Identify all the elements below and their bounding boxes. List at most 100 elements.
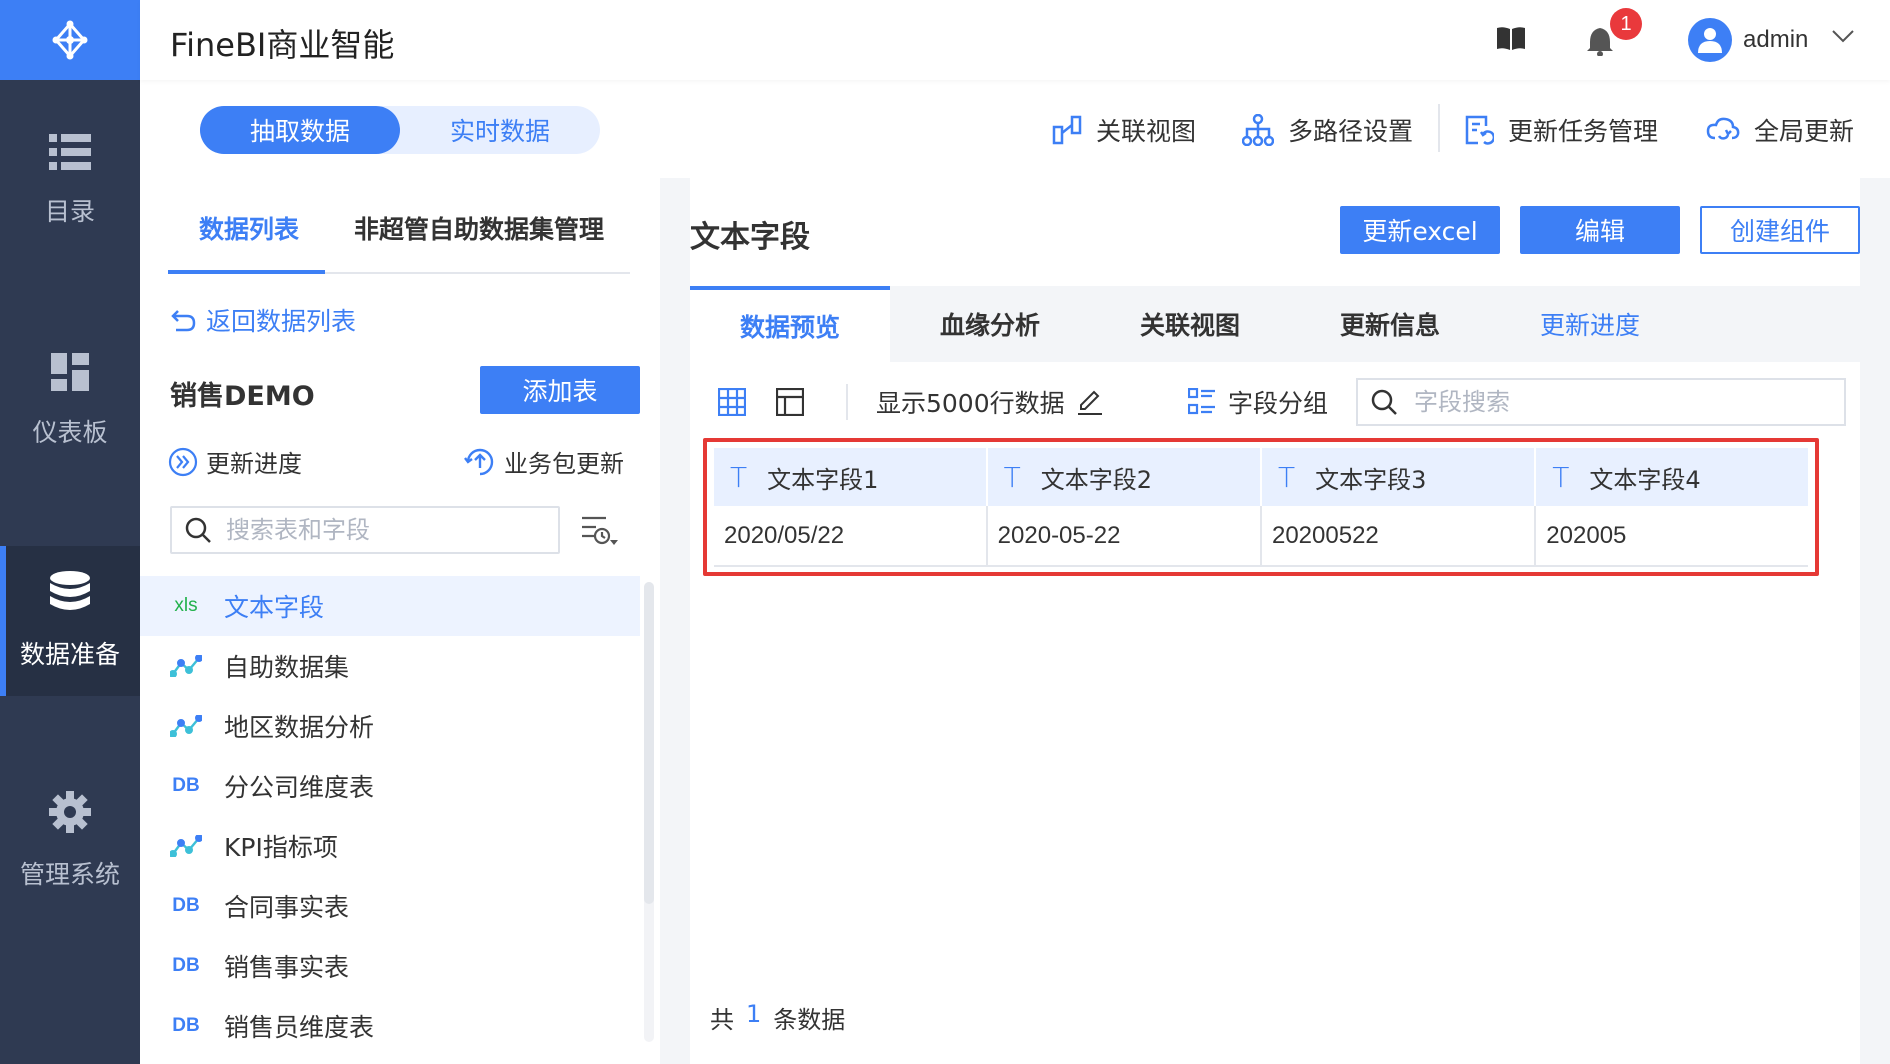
list-item-label: 合同事实表 [224,893,350,922]
database-table-icon: DB [172,895,200,916]
text-type-icon: T [1277,460,1296,494]
mode-realtime-button[interactable]: 实时数据 [400,106,600,154]
toolbar-divider [1438,104,1440,152]
progress-icon [168,447,198,476]
update-task-tool[interactable]: 更新任务管理 [1464,110,1658,150]
preview-table: T 文本字段1 T 文本字段2 T 文本字段3 T 文本字段4 2020/05/22 2… [714,448,1808,567]
list-icon [49,134,91,170]
column-header[interactable]: T 文本字段1 [714,448,988,506]
edit-button[interactable]: 编辑 [1520,206,1680,254]
nav-catalog[interactable]: 目录 [0,106,140,256]
column-header-label: 文本字段4 [1589,465,1701,494]
gear-icon [49,791,91,833]
tab-non-super-dataset[interactable]: 非超管自助数据集管理 [354,210,604,246]
tab-lineage-analysis[interactable]: 血缘分析 [890,286,1090,362]
table-cell: 2020-05-22 [986,506,1262,567]
global-update-label: 全局更新 [1754,117,1855,146]
update-excel-button[interactable]: 更新excel [1340,206,1500,254]
column-header[interactable]: T 文本字段4 [1535,448,1808,506]
table-cell: 2020/05/22 [714,506,988,567]
app-logo[interactable] [0,0,140,80]
list-item-label: 文本字段 [224,593,325,622]
grid-view-icon[interactable] [718,378,746,426]
multi-path-tool[interactable]: 多路径设置 [1242,110,1413,150]
relation-view-icon [1052,115,1082,145]
help-book-icon[interactable] [1495,24,1527,59]
package-name: 销售DEMO [170,381,315,412]
list-item-label: 销售员维度表 [224,1013,375,1042]
user-avatar[interactable] [1688,18,1732,62]
row-count-prefix: 共 [710,1006,734,1034]
list-item[interactable]: xls 文本字段 [140,576,640,636]
tab-relation-view[interactable]: 关联视图 [1090,286,1290,362]
table-row: 2020/05/22 2020-05-22 20200522 202005 [714,506,1808,567]
field-group-button[interactable]: 字段分组 [1188,378,1328,426]
tab-update-progress[interactable]: 更新进度 [1490,286,1690,362]
nav-label-data-prep: 数据准备 [19,640,120,669]
user-name[interactable]: admin [1743,26,1808,54]
tab-data-list[interactable]: 数据列表 [199,210,299,246]
database-icon [50,571,90,610]
create-component-button[interactable]: 创建组件 [1700,206,1860,254]
list-item[interactable]: 地区数据分析 [140,696,640,756]
nav-admin[interactable]: 管理系统 [0,766,140,916]
update-progress-link[interactable]: 更新进度 [168,444,302,479]
list-item[interactable]: DB 销售事实表 [140,936,640,996]
user-icon [1698,28,1722,53]
search-icon [1371,389,1397,415]
field-group-icon [1188,388,1215,415]
back-to-data-list-link[interactable]: 返回数据列表 [170,302,356,338]
mode-extract-button[interactable]: 抽取数据 [200,106,400,154]
field-search[interactable] [1356,378,1846,426]
chevron-down-icon[interactable] [1832,30,1854,49]
field-search-input[interactable] [1414,388,1814,416]
relation-view-tool[interactable]: 关联视图 [1052,110,1196,150]
list-scrollbar-thumb[interactable] [644,582,654,904]
list-item[interactable]: DB 销售员维度表 [140,996,640,1056]
table-list: xls 文本字段 自助数据集 地区数据分析 DB 分公司维度表 KPI指标项 D… [140,576,640,1056]
table-field-search[interactable] [170,506,560,554]
row-limit-label: 显示5000行数据 [876,389,1065,418]
database-table-icon: DB [172,1015,200,1036]
tab-data-preview[interactable]: 数据预览 [690,286,890,362]
detail-title: 文本字段 [690,220,810,255]
table-field-search-input[interactable] [226,516,526,544]
app-title: FineBI商业智能 [170,26,395,64]
row-limit-setting[interactable]: 显示5000行数据 [876,378,1103,426]
multi-path-label: 多路径设置 [1288,117,1414,146]
global-update-tool[interactable]: 全局更新 [1706,110,1854,150]
text-type-icon: T [1003,460,1021,494]
column-header[interactable]: T 文本字段3 [1260,448,1537,506]
search-icon [185,517,211,543]
add-table-button[interactable]: 添加表 [480,366,640,414]
database-table-icon: DB [172,955,200,976]
pencil-edit-icon [1077,390,1102,415]
list-item-label: KPI指标项 [224,833,338,862]
layout-view-icon[interactable] [776,378,804,426]
mode-toggle: 抽取数据 实时数据 [200,106,600,154]
tab-update-info[interactable]: 更新信息 [1290,286,1490,362]
package-update-label: 业务包更新 [504,450,624,478]
filter-sort-icon[interactable] [580,514,620,553]
self-service-dataset-icon [170,715,202,737]
active-tab-underline [168,270,325,274]
list-item[interactable]: DB 分公司维度表 [140,756,640,816]
table-cell: 20200522 [1260,506,1537,567]
table-header-row: T 文本字段1 T 文本字段2 T 文本字段3 T 文本字段4 [714,448,1808,506]
field-group-label: 字段分组 [1228,389,1329,418]
nav-data-prep[interactable]: 数据准备 [0,546,140,696]
column-header-label: 文本字段3 [1315,465,1427,494]
notification-badge: 1 [1610,8,1642,40]
column-header[interactable]: T 文本字段2 [986,448,1262,506]
notification-bell-icon[interactable] [1586,26,1614,61]
list-item[interactable]: KPI指标项 [140,816,640,876]
list-item[interactable]: 自助数据集 [140,636,640,696]
nav-dashboard[interactable]: 仪表板 [0,326,140,476]
multi-path-icon [1242,114,1274,146]
update-progress-label: 更新进度 [206,450,302,478]
list-item[interactable]: DB 合同事实表 [140,876,640,936]
dashboard-icon [51,353,89,391]
back-link-label: 返回数据列表 [206,307,357,336]
package-update-link[interactable]: 业务包更新 [464,444,624,479]
text-type-icon: T [1552,460,1570,494]
